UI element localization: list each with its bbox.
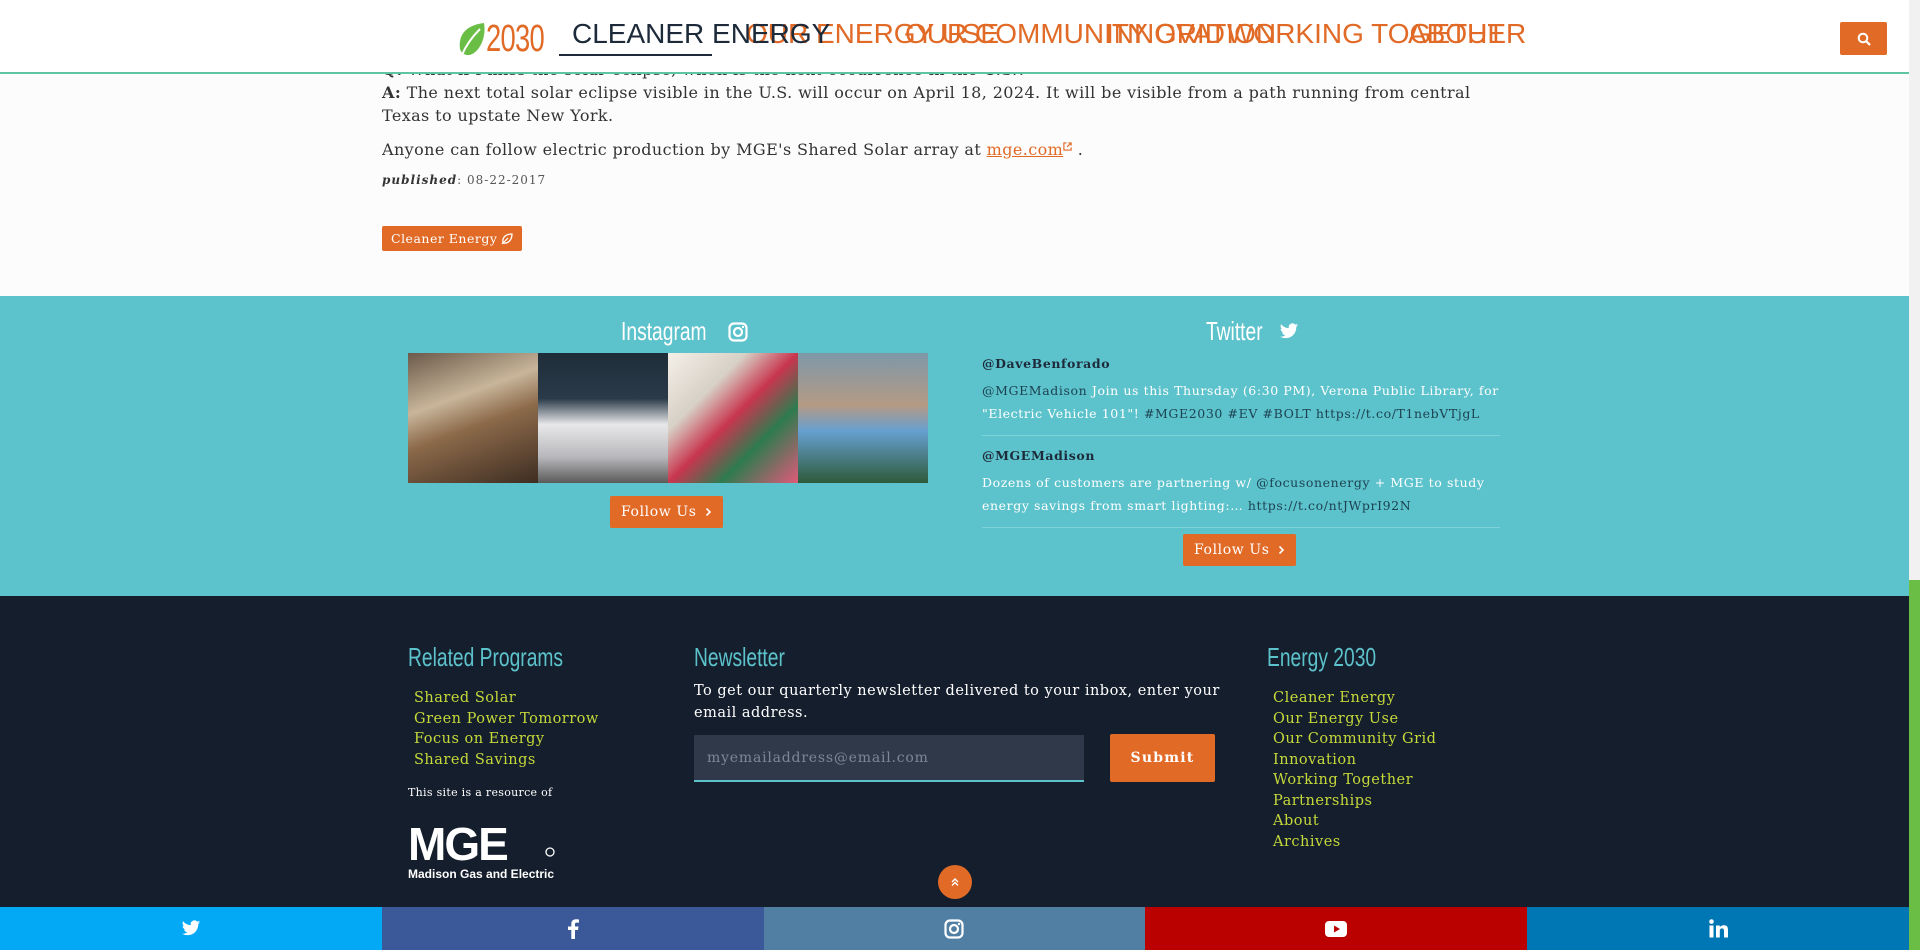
- share-facebook[interactable]: [381, 907, 764, 950]
- nav-our-community-grid[interactable]: OUR COMMUNITY GRID: [905, 18, 1225, 50]
- footer-link[interactable]: Cleaner Energy: [1273, 688, 1436, 709]
- share-youtube[interactable]: [1145, 907, 1528, 950]
- twitter-icon: [181, 920, 201, 936]
- search-icon: [1857, 32, 1871, 46]
- twitter-heading: Twitter: [1196, 316, 1299, 347]
- svg-text:MGE: MGE: [408, 818, 507, 870]
- instagram-icon: [728, 321, 748, 342]
- instagram-icon: [944, 918, 965, 939]
- logo-2030[interactable]: 2030: [456, 18, 567, 61]
- tweet-url[interactable]: https://t.co/ntJWprI92N: [1248, 498, 1411, 513]
- footer-link[interactable]: About: [1273, 811, 1436, 832]
- site-header: 2030 CLEANER ENERGY OUR ENERGY USE OUR C…: [0, 0, 1909, 74]
- footer-link[interactable]: Green Power Tomorrow: [414, 709, 599, 730]
- footer-link[interactable]: Innovation: [1273, 750, 1436, 771]
- linkedin-icon: [1708, 919, 1728, 938]
- tweet-body: Dozens of customers are partnering w/ @f…: [982, 475, 1485, 513]
- twitter-icon: [1279, 323, 1298, 339]
- page-scrollbar[interactable]: [1909, 0, 1920, 950]
- footer-link[interactable]: Working Together: [1273, 770, 1436, 791]
- tag-cleaner-energy[interactable]: Cleaner Energy: [382, 226, 523, 251]
- footer-link[interactable]: Focus on Energy: [414, 729, 599, 750]
- share-twitter[interactable]: [0, 907, 382, 950]
- chevron-right-icon: [705, 507, 711, 517]
- tag-label: Cleaner Energy: [391, 231, 498, 246]
- instagram-photo[interactable]: [538, 353, 668, 483]
- nav-cleaner-energy[interactable]: CLEANER ENERGY: [559, 18, 830, 56]
- youtube-icon: [1325, 920, 1348, 937]
- footer-link[interactable]: Our Community Grid: [1273, 729, 1436, 750]
- share-linkedin[interactable]: [1527, 907, 1909, 950]
- related-programs-list: Shared Solar Green Power Tomorrow Focus …: [414, 688, 599, 770]
- facebook-icon: [567, 918, 579, 939]
- logo-text: 2030: [486, 18, 545, 60]
- mge-logo-image: MGE Madison Gas and Electric: [408, 818, 555, 881]
- energy-2030-list: Cleaner Energy Our Energy Use Our Commun…: [1273, 688, 1436, 852]
- email-field[interactable]: [694, 735, 1084, 782]
- nav-innovation[interactable]: INNOVATION: [1106, 18, 1276, 50]
- instagram-photo[interactable]: [798, 353, 928, 483]
- tweet-mention[interactable]: @focusonenergy: [1256, 475, 1370, 490]
- tweet-hashtags[interactable]: #MGE2030 #EV #BOLT: [1144, 406, 1311, 421]
- leaf-logo-icon: [459, 22, 485, 55]
- footer-link[interactable]: Archives: [1273, 832, 1436, 853]
- instagram-photo[interactable]: [408, 353, 538, 483]
- follow-paragraph: Anyone can follow electric production by…: [382, 140, 1084, 159]
- footer-link[interactable]: Shared Savings: [414, 750, 599, 771]
- tweet-handle[interactable]: @DaveBenforado: [982, 356, 1500, 371]
- leaf-icon: [501, 232, 514, 244]
- social-share-bar: [0, 907, 1909, 950]
- tweet-mention[interactable]: @MGEMadison: [982, 383, 1087, 398]
- active-underline: [559, 54, 712, 56]
- site-footer: Related Programs Shared Solar Green Powe…: [0, 596, 1909, 907]
- mge-link[interactable]: mge.com: [987, 140, 1064, 159]
- answer: A: The next total solar eclipse visible …: [382, 83, 1471, 125]
- nav-label: CLEANER ENERGY: [572, 18, 831, 49]
- social-section: Instagram Follow Us Twitter @DaveBenfora…: [0, 296, 1909, 596]
- published-date: published: 08-22-2017: [382, 173, 547, 187]
- tweet: @DaveBenforado @MGEMadison Join us this …: [982, 356, 1500, 436]
- tweet-body: @MGEMadison Join us this Thursday (6:30 …: [982, 383, 1499, 421]
- search-button[interactable]: [1840, 22, 1887, 55]
- mge-logo[interactable]: MGE Madison Gas and Electric: [406, 806, 556, 886]
- footer-link[interactable]: Shared Solar: [414, 688, 599, 709]
- scrollbar-thumb[interactable]: [1909, 580, 1920, 950]
- submit-button[interactable]: Submit: [1110, 734, 1215, 782]
- tweet: @MGEMadison Dozens of customers are part…: [982, 448, 1500, 528]
- newsletter-heading: Newsletter: [694, 642, 785, 672]
- newsletter-description: To get our quarterly newsletter delivere…: [694, 683, 1220, 721]
- instagram-feed: [408, 353, 928, 483]
- energy-2030-heading: Energy 2030: [1267, 642, 1377, 672]
- footer-link[interactable]: Partnerships: [1273, 791, 1436, 812]
- nav-working-together[interactable]: WORKING TOGETHER: [1227, 18, 1526, 50]
- tweet-url[interactable]: https://t.co/T1nebVTjgL: [1316, 406, 1480, 421]
- svg-text:Madison Gas and Electric: Madison Gas and Electric: [408, 867, 554, 881]
- instagram-follow-button[interactable]: Follow Us: [610, 496, 723, 528]
- nav-label: ABOUT: [1408, 18, 1505, 49]
- chevron-right-icon: [1278, 545, 1284, 555]
- back-to-top-button[interactable]: [938, 865, 972, 899]
- article-body: Q: What if I miss the solar eclipse, whe…: [382, 58, 1512, 192]
- resource-text: This site is a resource of: [408, 786, 553, 799]
- external-link-icon: [1063, 142, 1072, 151]
- twitter-follow-button[interactable]: Follow Us: [1183, 534, 1296, 566]
- instagram-heading: Instagram: [606, 316, 748, 347]
- nav-about[interactable]: ABOUT: [1408, 18, 1504, 50]
- tweet-handle[interactable]: @MGEMadison: [982, 448, 1500, 463]
- double-chevron-up-icon: [951, 878, 959, 886]
- share-instagram[interactable]: [763, 907, 1146, 950]
- twitter-feed: @DaveBenforado @MGEMadison Join us this …: [982, 356, 1500, 540]
- main-nav: CLEANER ENERGY OUR ENERGY USE OUR COMMUN…: [559, 18, 1526, 56]
- footer-link[interactable]: Our Energy Use: [1273, 709, 1436, 730]
- instagram-photo[interactable]: [668, 353, 798, 483]
- related-programs-heading: Related Programs: [408, 642, 564, 672]
